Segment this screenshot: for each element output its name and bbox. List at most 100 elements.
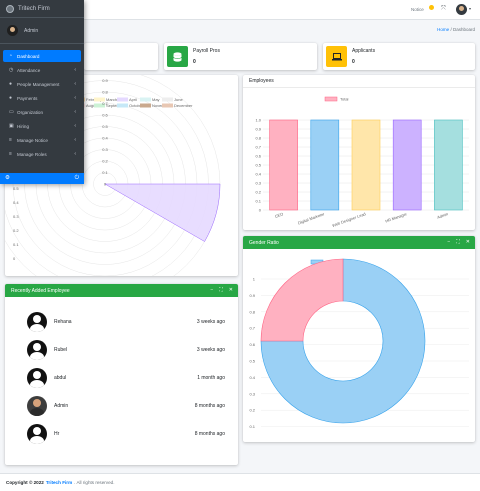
x-tick-label: Web Designer Lead	[331, 211, 366, 228]
sidebar-item-people-management[interactable]: ● People Management ‹	[3, 78, 81, 90]
gender-card-title: Gender Ratio	[249, 239, 279, 246]
axis-tick-label: 0.2	[13, 228, 19, 233]
footer-company-link[interactable]: Tritech Firm	[46, 480, 72, 485]
sidebar-item-payments[interactable]: ● Payments ‹	[3, 92, 81, 104]
polar-tick-label: 0.6	[102, 113, 108, 118]
employee-added-time: 8 months ago	[194, 431, 225, 437]
gender-ratio-card: Gender Ratio − ⛶ ✕ MaleFemale10.90.80.70…	[243, 236, 475, 442]
y-tick-label: 0.9	[249, 293, 255, 298]
user-icon: ●	[9, 95, 13, 101]
brand-link[interactable]: Tritech Firm	[0, 0, 84, 18]
sidebar-item-label: Payments	[17, 95, 38, 101]
user-icon: ●	[9, 81, 13, 87]
gender-doughnut-chart: MaleFemale10.90.80.70.60.50.40.30.20.10	[249, 258, 469, 442]
bar-web-designer-lead	[351, 119, 381, 211]
close-icon[interactable]: ✕	[466, 239, 470, 245]
sidebar-nav: ◔ Dashboard ◷ Attendance ‹ ● People Mana…	[0, 44, 84, 160]
avatar	[27, 340, 47, 360]
footer-copyright: Copyright © 2022	[6, 480, 44, 485]
axis-tick-label: 0.4	[13, 200, 19, 205]
laptop-icon	[326, 46, 347, 67]
collapse-icon[interactable]: −	[447, 239, 450, 245]
briefcase-icon: ▣	[9, 123, 14, 129]
employee-name: Rubel	[54, 347, 68, 353]
y-tick-label: 0.8	[249, 309, 255, 314]
maximize-icon[interactable]: ⛶	[219, 287, 223, 293]
legend-label: June	[174, 97, 183, 102]
page-footer: Copyright © 2022 Tritech Firm . All righ…	[0, 473, 480, 491]
gear-icon[interactable]: ⚙	[5, 175, 10, 181]
sidebar-item-label: Dashboard	[17, 53, 40, 59]
avatar	[27, 368, 47, 388]
notice-link[interactable]: Notice	[411, 7, 424, 12]
polar-slice-april	[104, 183, 221, 242]
list-item[interactable]: abdul 1 month ago	[5, 367, 238, 389]
axis-tick-label: 0.5	[13, 186, 19, 191]
polar-tick-label: 0.5	[102, 124, 108, 129]
breadcrumb-home-link[interactable]: Home	[437, 27, 449, 32]
list-item[interactable]: Rehana 3 weeks ago	[5, 311, 238, 333]
sidebar-item-dashboard[interactable]: ◔ Dashboard	[3, 50, 81, 62]
doughnut-slice-female	[260, 258, 344, 342]
employees-card-header: Employees	[243, 75, 475, 88]
y-tick-label: 0.1	[255, 199, 261, 204]
applicants-info-box: Applicants 0	[323, 43, 475, 70]
recent-card-title: Recently Added Employee	[11, 287, 70, 294]
x-tick-label: Admin	[436, 211, 448, 220]
chevron-left-icon: ‹	[74, 137, 76, 143]
legend-label: December	[174, 103, 193, 108]
list-item[interactable]: Hr 8 months ago	[5, 423, 238, 445]
y-tick-label: 0.4	[249, 375, 255, 380]
applicants-label: Applicants	[352, 48, 376, 54]
sidebar-item-organization[interactable]: ▭ Organization ‹	[3, 106, 81, 118]
employees-card-title: Employees	[249, 78, 274, 84]
clock-icon: ◷	[9, 67, 14, 73]
y-tick-label: 0.3	[249, 391, 255, 396]
maximize-icon[interactable]: ⛶	[456, 239, 460, 245]
chevron-left-icon: ‹	[74, 67, 76, 73]
collapse-icon[interactable]: −	[210, 287, 213, 293]
chevron-left-icon: ‹	[74, 109, 76, 115]
legend-swatch	[324, 96, 338, 102]
legend-label: Total	[340, 97, 349, 102]
y-tick-label: 0.9	[255, 127, 261, 132]
breadcrumb-current: Dashboard	[452, 27, 475, 32]
sidebar-item-manage-notice[interactable]: ≡ Manage Notice ‹	[3, 134, 81, 146]
payroll-info-box: Payroll Pros 0	[164, 43, 317, 70]
employee-name: Hr	[54, 431, 60, 437]
bar-hr-manager	[392, 119, 422, 211]
polar-tick-label: 0.4	[102, 136, 108, 141]
chevron-left-icon: ‹	[74, 151, 76, 157]
legend-label: April	[129, 97, 137, 102]
power-icon[interactable]: ⏻	[75, 175, 79, 182]
legend-swatch	[162, 103, 173, 108]
list-item[interactable]: Rubel 3 weeks ago	[5, 339, 238, 361]
y-tick-label: 0.5	[255, 163, 261, 168]
polar-tick-label: 0.7	[102, 101, 108, 106]
y-tick-label: 0.6	[249, 342, 255, 347]
sidebar-item-label: Manage Roles	[17, 151, 47, 157]
chevron-down-icon[interactable]: ▾	[469, 6, 471, 11]
y-tick-label: 0.7	[255, 145, 261, 150]
list-icon: ≡	[9, 151, 12, 157]
list-item[interactable]: Admin 8 months ago	[5, 395, 238, 417]
axis-tick-label: 0.3	[13, 214, 19, 219]
payroll-label: Payroll Pros	[193, 48, 220, 54]
user-avatar[interactable]	[456, 4, 467, 15]
fullscreen-icon[interactable]: ⤧	[441, 6, 446, 13]
legend-swatch	[140, 97, 151, 102]
axis-tick-label: 0.1	[13, 242, 19, 247]
sidebar-item-hiring[interactable]: ▣ Hiring ‹	[3, 120, 81, 132]
axis-tick-label: 0	[13, 256, 16, 261]
employee-added-time: 3 weeks ago	[196, 347, 225, 353]
y-tick-label: 1.0	[255, 118, 261, 123]
sidebar-item-manage-roles[interactable]: ≡ Manage Roles ‹	[3, 148, 81, 160]
polar-tick-label: 0.1	[102, 170, 108, 175]
sidebar-item-attendance[interactable]: ◷ Attendance ‹	[3, 64, 81, 76]
sidebar-item-label: Manage Notice	[17, 137, 48, 143]
close-icon[interactable]: ✕	[229, 287, 233, 293]
y-tick-label: 0.2	[255, 190, 261, 195]
sidebar: Tritech Firm Admin ◔ Dashboard ◷ Attenda…	[0, 0, 84, 184]
sidebar-footer: ⚙ ⏻	[0, 173, 84, 184]
user-panel[interactable]: Admin	[0, 18, 84, 44]
